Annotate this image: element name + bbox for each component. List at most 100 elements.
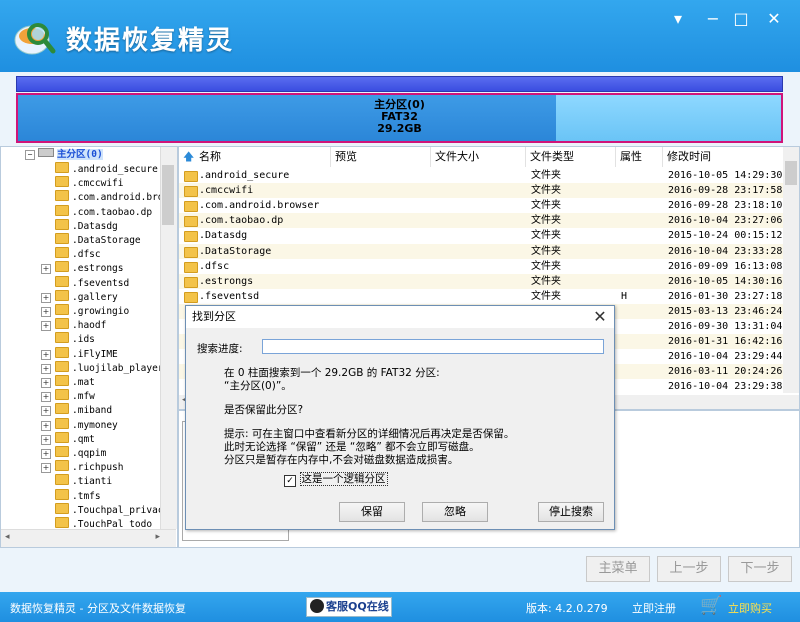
tree-item[interactable]: .estrongs (55, 261, 123, 275)
list-row[interactable]: .com.android.browser 文件夹 2016-09-28 23:18:… (179, 198, 784, 213)
close-button[interactable]: ✕ (762, 8, 786, 30)
keep-button[interactable]: 保留 (339, 502, 405, 522)
tree-item-label: .estrongs (72, 263, 124, 275)
expand-icon[interactable]: + (41, 463, 51, 474)
row-time: 2016-09-30 13:31:04 (668, 321, 783, 332)
tree-item[interactable]: .android_secure (55, 162, 158, 176)
menu-dropdown-icon[interactable]: ▾ (666, 8, 690, 30)
column-header-preview[interactable]: 预览 (331, 147, 431, 167)
list-row[interactable]: .cmccwifi 文件夹 2016-09-28 23:17:58 (179, 183, 784, 199)
tree-scroll-thumb[interactable] (162, 165, 174, 225)
expand-icon[interactable]: + (41, 349, 51, 360)
folder-tree[interactable]: − 主分区(0) .android_secure .cmccwifi .com.and… (0, 146, 178, 548)
column-header-name[interactable]: 🡅 名称 (179, 147, 331, 167)
expand-icon[interactable]: + (41, 307, 51, 317)
app-logo-icon (14, 23, 56, 55)
tree-item[interactable]: .miband (55, 403, 112, 417)
row-name: .cmccwifi (199, 185, 254, 197)
tree-item[interactable]: .tianti (55, 474, 112, 488)
tree-item[interactable]: .richpush (55, 460, 123, 474)
tree-item[interactable]: .qmt (55, 431, 95, 446)
expand-icon[interactable]: + (41, 420, 51, 431)
collapse-icon[interactable]: − (25, 150, 35, 160)
folder-icon (55, 289, 69, 301)
tree-item[interactable]: .mfw (55, 389, 95, 403)
column-header-size[interactable]: 文件大小 (431, 147, 526, 167)
folder-icon (55, 190, 69, 202)
folder-icon (55, 275, 69, 287)
tree-item[interactable]: .gallery (55, 289, 118, 304)
tree-item[interactable]: .mat (55, 375, 95, 389)
stop-search-button[interactable]: 停止搜索 (538, 502, 604, 522)
dialog-close-icon[interactable]: ✕ (590, 306, 610, 328)
list-row[interactable]: .fseventsd 文件夹 H 2016-01-30 23:27:18 (179, 289, 784, 304)
tree-item-label: .cmccwifi (72, 178, 124, 190)
tree-item[interactable]: .haodf (55, 318, 106, 332)
found-line2: “主分区(0)”。 (224, 380, 292, 392)
expand-icon[interactable]: + (41, 363, 51, 374)
minimize-button[interactable]: − (701, 8, 725, 30)
tree-item[interactable]: .DataStorage (55, 233, 141, 247)
column-header-time[interactable]: 修改时间 (663, 147, 784, 167)
tree-item[interactable]: .luojilab_player (55, 360, 164, 375)
tree-item-label: .miband (72, 405, 113, 417)
folder-icon (184, 261, 198, 273)
tree-item[interactable]: .ids (55, 332, 95, 346)
scroll-right-icon[interactable]: ▸ (155, 532, 160, 542)
tree-root[interactable]: − 主分区(0) (25, 148, 103, 162)
tree-item[interactable]: .com.taobao.dp (55, 204, 152, 219)
tree-item[interactable]: .iFlyIME (55, 346, 118, 361)
disk-bar[interactable] (16, 76, 783, 92)
column-header-type[interactable]: 文件类型 (526, 147, 616, 167)
expand-icon[interactable]: + (41, 292, 51, 303)
prev-button[interactable]: 上一步 (657, 556, 721, 582)
tree-item[interactable]: .mymoney (55, 417, 118, 432)
tree-horizontal-scrollbar[interactable]: ◂ ▸ (1, 529, 176, 547)
tree-item[interactable]: .com.android.bro (55, 190, 164, 204)
buy-link[interactable]: 立即购买 (728, 600, 772, 616)
list-vertical-scrollbar[interactable] (783, 147, 799, 393)
checkbox-check-icon[interactable]: ✓ (284, 475, 296, 487)
tree-item[interactable]: .cmccwifi (55, 176, 123, 190)
row-time: 2016-10-04 23:27:06 (668, 215, 783, 227)
main-menu-button[interactable]: 主菜单 (586, 556, 650, 582)
cart-icon[interactable]: 🛒 (700, 595, 722, 616)
scroll-left-icon[interactable]: ◂ (5, 532, 10, 542)
tree-item-label: .Datasdg (72, 220, 118, 232)
expand-icon[interactable]: + (41, 434, 51, 445)
tree-item[interactable]: .Datasdg (55, 218, 118, 233)
list-row[interactable]: .dfsc 文件夹 2016-09-09 16:13:08 (179, 259, 784, 274)
maximize-button[interactable]: □ (729, 8, 753, 30)
qq-support-button[interactable]: 客服QQ在线 (306, 597, 392, 617)
tree-item[interactable]: .dfsc (55, 247, 101, 261)
list-row[interactable]: .DataStorage 文件夹 2016-10-04 23:33:28 (179, 243, 784, 259)
expand-icon[interactable]: + (41, 449, 51, 459)
tree-item[interactable]: .fseventsd (55, 275, 129, 290)
tree-item[interactable]: .growingio (55, 304, 129, 318)
expand-icon[interactable]: + (41, 392, 51, 403)
tree-item[interactable]: .tmfs (55, 488, 101, 503)
expand-icon[interactable]: + (41, 378, 51, 388)
partition-label: 主分区(0) FAT32 29.2GB (18, 99, 781, 135)
list-scroll-thumb[interactable] (785, 161, 797, 185)
list-row[interactable]: .android_secure 文件夹 2016-10-05 14:29:30 (179, 168, 784, 183)
partition-bar[interactable]: 主分区(0) FAT32 29.2GB (16, 93, 783, 143)
tree-item[interactable]: .Touchpal_privac (55, 502, 164, 517)
list-row[interactable]: .Datasdg 文件夹 2015-10-24 00:15:12 (179, 228, 784, 243)
column-header-attr[interactable]: 属性 (616, 147, 663, 167)
list-row[interactable]: .com.taobao.dp 文件夹 2016-10-04 23:27:06 (179, 213, 784, 229)
expand-icon[interactable]: + (41, 321, 51, 332)
folder-icon (55, 431, 69, 443)
register-link[interactable]: 立即注册 (632, 600, 676, 616)
tree-item[interactable]: .qqpim (55, 446, 106, 460)
row-name: .dfsc (199, 260, 230, 272)
expand-icon[interactable]: + (41, 264, 51, 275)
ignore-button[interactable]: 忽略 (422, 502, 488, 522)
folder-icon (55, 502, 69, 514)
qq-support-label: 客服QQ在线 (326, 600, 389, 613)
next-button[interactable]: 下一步 (728, 556, 792, 582)
logical-partition-checkbox[interactable]: ✓ 这是一个逻辑分区 (284, 471, 388, 487)
list-row[interactable]: .estrongs 文件夹 2016-10-05 14:30:16 (179, 273, 784, 289)
expand-icon[interactable]: + (41, 406, 51, 417)
drive-icon (38, 148, 54, 157)
